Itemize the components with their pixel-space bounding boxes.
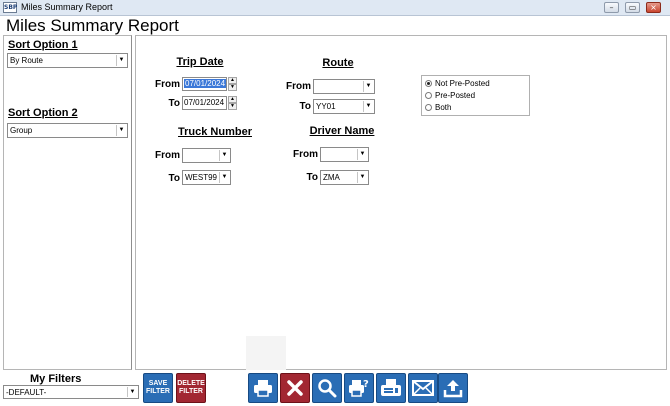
trip-date-to-input[interactable]: 07/01/2024 (182, 96, 227, 110)
print-button[interactable] (248, 373, 278, 403)
email-button[interactable] (408, 373, 438, 403)
trip-date-from-input[interactable]: 07/01/2024 (182, 77, 227, 91)
trip-date-to-spinner[interactable]: ▲ ▼ (228, 96, 237, 110)
radio-label: Not Pre-Posted (435, 79, 490, 88)
maximize-button[interactable]: ▭ (625, 2, 640, 13)
my-filters-dropdown[interactable]: -DEFAULT- ▼ (3, 385, 139, 399)
driver-name-from-label: From (293, 149, 318, 160)
chevron-down-icon: ▼ (363, 101, 373, 112)
driver-name-to-dropdown[interactable]: ZMA ▼ (320, 170, 369, 185)
svg-text:?: ? (363, 379, 369, 390)
save-filter-button[interactable]: SAVE FILTER (143, 373, 173, 403)
export-button[interactable] (438, 373, 468, 403)
radio-pre-posted[interactable]: Pre-Posted (425, 91, 475, 101)
delete-filter-button[interactable]: DELETE FILTER (176, 373, 206, 403)
truck-number-from-label: From (155, 150, 180, 161)
print-setup-icon: ? (349, 379, 369, 397)
export-icon (443, 380, 463, 398)
route-to-label: To (299, 101, 311, 112)
toolbar-spacer (246, 336, 286, 370)
truck-number-from-dropdown[interactable]: ▼ (182, 148, 231, 163)
trip-date-label: Trip Date (176, 56, 224, 68)
save-filter-line2: FILTER (146, 388, 170, 395)
chevron-down-icon: ▼ (357, 172, 367, 183)
trip-date-from-value: 07/01/2024 (184, 79, 227, 88)
spin-up-icon[interactable]: ▲ (228, 77, 237, 84)
window-title: Miles Summary Report (21, 2, 113, 12)
app-icon: SBP (3, 2, 18, 13)
sort-option-1-label: Sort Option 1 (8, 39, 78, 51)
route-to-dropdown[interactable]: YY01 ▼ (313, 99, 375, 114)
my-filters-value: -DEFAULT- (6, 388, 47, 397)
radio-label: Both (435, 103, 452, 112)
radio-label: Pre-Posted (435, 91, 476, 100)
driver-name-to-value: ZMA (323, 173, 340, 182)
truck-number-to-value: WEST99 (185, 173, 218, 182)
cancel-icon (287, 380, 303, 396)
page-title: Miles Summary Report (6, 16, 179, 35)
chevron-down-icon: ▼ (219, 150, 229, 161)
route-from-label: From (286, 81, 311, 92)
sort-option-1-value: By Route (10, 56, 43, 65)
route-label: Route (322, 57, 354, 69)
fax-icon (381, 379, 401, 396)
chevron-down-icon: ▼ (363, 81, 373, 92)
spin-up-icon[interactable]: ▲ (228, 96, 237, 103)
truck-number-to-label: To (168, 173, 180, 184)
trip-date-from-spinner[interactable]: ▲ ▼ (228, 77, 237, 91)
route-from-dropdown[interactable]: ▼ (313, 79, 375, 94)
print-setup-button[interactable]: ? (344, 373, 374, 403)
cancel-button[interactable] (280, 373, 310, 403)
delete-filter-line1: DELETE (177, 380, 205, 387)
radio-both[interactable]: Both (425, 103, 451, 113)
sort-option-1-dropdown[interactable]: By Route ▼ (7, 53, 128, 68)
email-icon (412, 380, 434, 396)
radio-unselected-icon (425, 104, 432, 111)
preview-icon (318, 379, 337, 398)
trip-date-to-value: 07/01/2024 (184, 98, 225, 107)
chevron-down-icon: ▼ (116, 55, 126, 66)
truck-number-label: Truck Number (178, 126, 252, 138)
truck-number-to-dropdown[interactable]: WEST99 ▼ (182, 170, 231, 185)
save-filter-line1: SAVE (148, 380, 168, 387)
driver-name-from-dropdown[interactable]: ▼ (320, 147, 369, 162)
print-icon (254, 380, 272, 397)
radio-selected-icon (425, 80, 432, 87)
close-button[interactable]: × (646, 2, 661, 13)
fax-button[interactable] (376, 373, 406, 403)
preview-button[interactable] (312, 373, 342, 403)
chevron-down-icon: ▼ (116, 125, 126, 136)
route-to-value: YY01 (316, 102, 336, 111)
trip-date-from-label: From (155, 79, 180, 90)
save-filter-text: SAVE FILTER (146, 380, 170, 396)
my-filters-label: My Filters (30, 373, 82, 385)
chevron-down-icon: ▼ (357, 149, 367, 160)
radio-unselected-icon (425, 92, 432, 99)
trip-date-to-label: To (168, 98, 180, 109)
minimize-button[interactable]: – (604, 2, 619, 13)
sort-option-2-value: Group (10, 126, 33, 135)
driver-name-label: Driver Name (309, 125, 375, 137)
chevron-down-icon: ▼ (127, 387, 137, 397)
radio-not-pre-posted[interactable]: Not Pre-Posted (425, 79, 490, 89)
driver-name-to-label: To (306, 172, 318, 183)
sort-option-2-label: Sort Option 2 (8, 107, 78, 119)
chevron-down-icon: ▼ (219, 172, 229, 183)
spin-down-icon[interactable]: ▼ (228, 103, 237, 110)
spin-down-icon[interactable]: ▼ (228, 84, 237, 91)
delete-filter-line2: FILTER (179, 388, 203, 395)
delete-filter-text: DELETE FILTER (177, 380, 205, 396)
sort-options-panel (3, 35, 132, 370)
sort-option-2-dropdown[interactable]: Group ▼ (7, 123, 128, 138)
